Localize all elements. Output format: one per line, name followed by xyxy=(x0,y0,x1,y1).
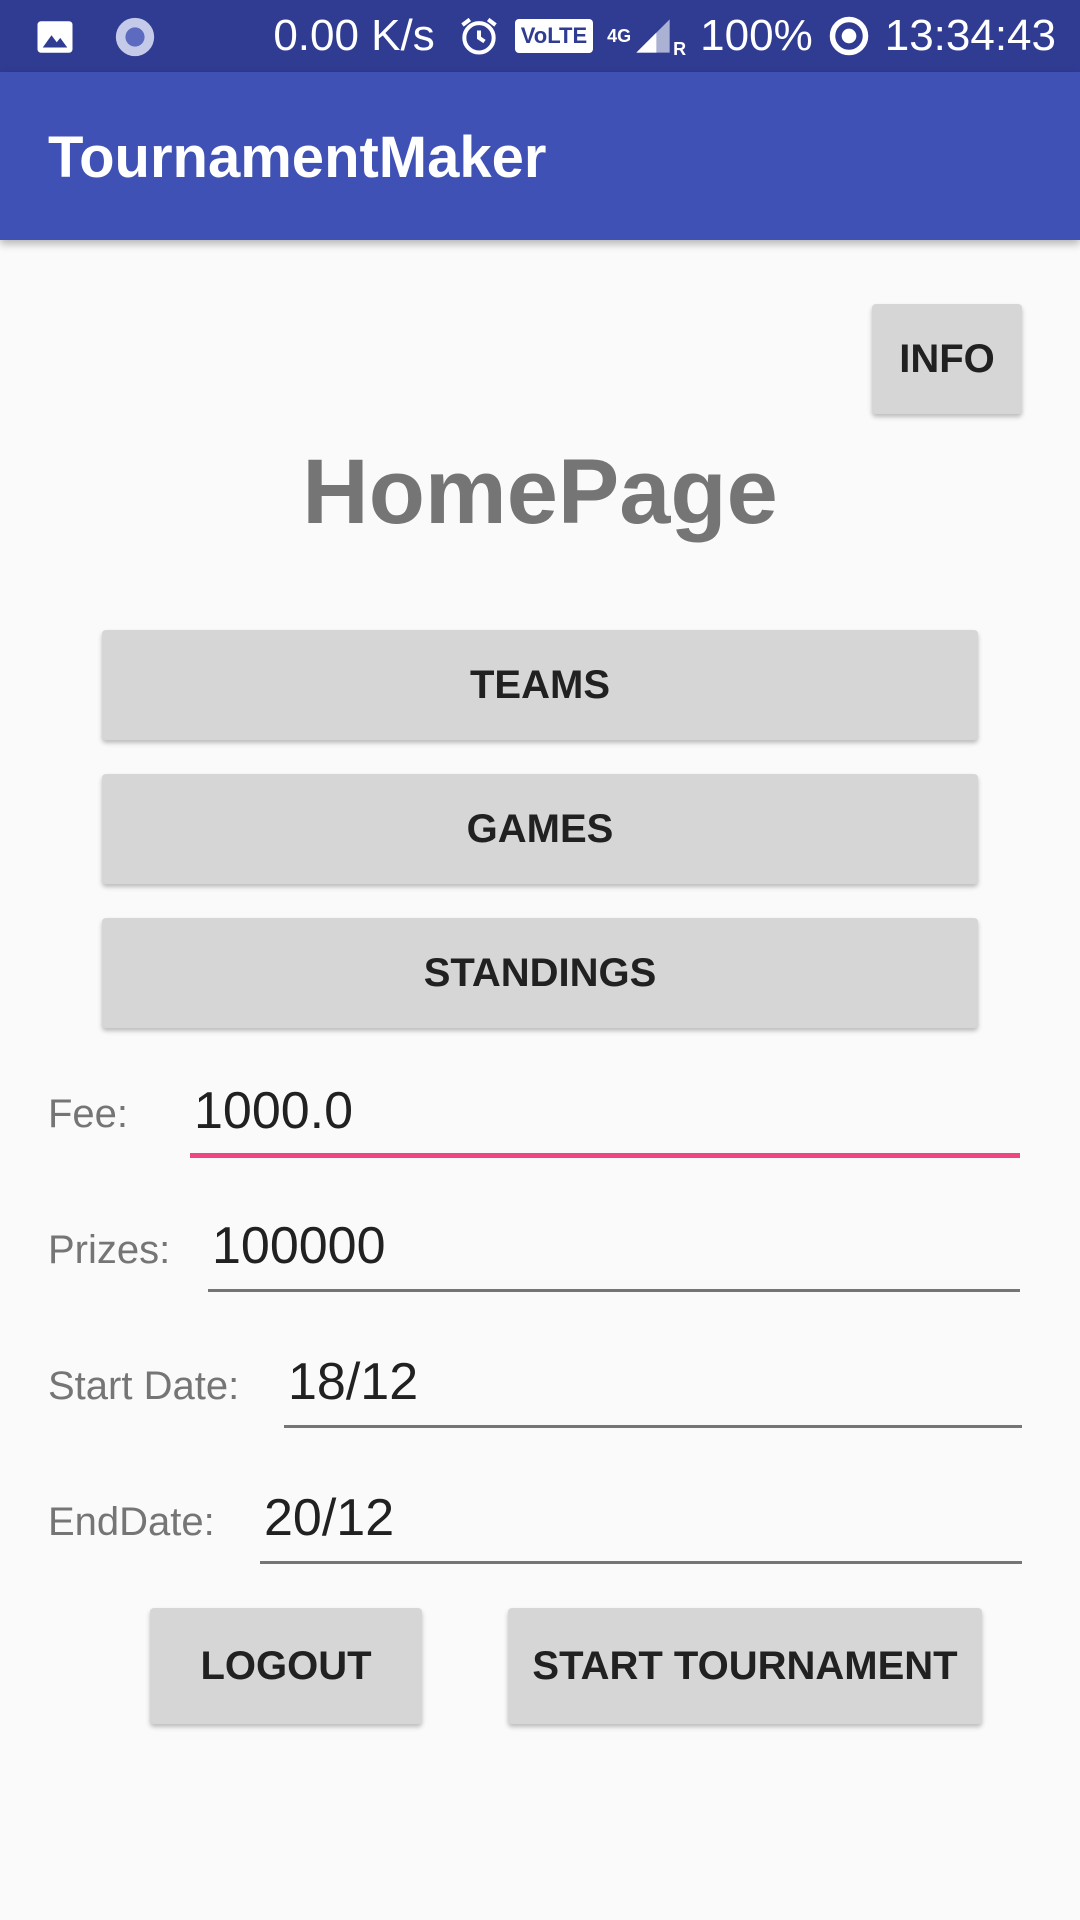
logout-button[interactable]: LOGOUT xyxy=(150,1608,422,1724)
end-date-field[interactable] xyxy=(260,1484,1022,1564)
app-bar: TournamentMaker xyxy=(0,72,1080,240)
games-button[interactable]: GAMES xyxy=(102,774,978,884)
page-title: HomePage xyxy=(302,441,778,543)
alarm-icon xyxy=(461,17,497,55)
network-type: 4G xyxy=(607,26,632,46)
volte-badge: VoLTE xyxy=(514,19,594,53)
teams-button[interactable]: TEAMS xyxy=(102,630,978,740)
battery-ring-icon xyxy=(829,16,868,56)
end-date-label: EndDate: xyxy=(48,1500,215,1544)
app-title: TournamentMaker xyxy=(48,125,547,190)
status-bar-system: 0.00 K/s VoLTE 4G R 100% 13:34:43 xyxy=(259,0,1056,72)
battery-percent: 100% xyxy=(700,11,813,60)
standings-button[interactable]: STANDINGS xyxy=(102,918,978,1028)
prizes-label: Prizes: xyxy=(48,1228,171,1272)
fee-label: Fee: xyxy=(48,1092,129,1136)
roaming-indicator: R xyxy=(673,39,687,59)
status-bar-notifications xyxy=(34,14,158,60)
network-speed: 0.00 K/s xyxy=(273,11,435,60)
start-date-field[interactable] xyxy=(284,1348,1022,1428)
image-icon xyxy=(37,21,73,53)
clock: 13:34:43 xyxy=(884,11,1056,60)
record-icon xyxy=(115,17,155,57)
fee-field[interactable] xyxy=(190,1078,1020,1158)
prizes-field[interactable] xyxy=(208,1212,1020,1292)
network-type-badge: 4G xyxy=(607,26,631,46)
signal-icon xyxy=(636,19,670,53)
start-tournament-button[interactable]: START TOURNAMENT xyxy=(508,1608,982,1724)
info-button[interactable]: INFO xyxy=(872,304,1022,414)
status-bar: 0.00 K/s VoLTE 4G R 100% 13:34:43 xyxy=(0,0,1080,72)
start-date-label: Start Date: xyxy=(48,1364,240,1408)
